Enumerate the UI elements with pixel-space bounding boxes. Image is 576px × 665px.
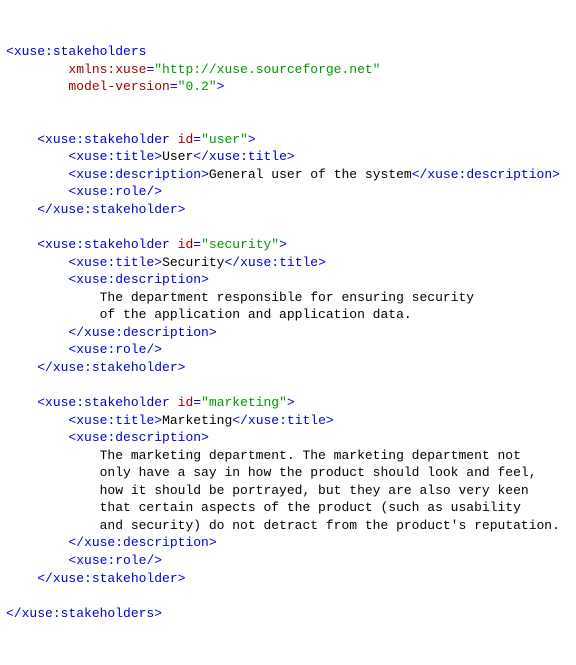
- stakeholder-security-open: xuse:stakeholder: [45, 237, 170, 252]
- desc-close-tag: xuse:description: [84, 535, 209, 550]
- desc-line: and security) do not detract from the pr…: [100, 518, 560, 533]
- desc-line: The department responsible for ensuring …: [100, 290, 474, 305]
- stakeholder-user-open: xuse:stakeholder: [45, 132, 170, 147]
- root-close-tag: xuse:stakeholders: [22, 606, 155, 621]
- stakeholder-marketing-open: xuse:stakeholder: [45, 395, 170, 410]
- title-tag: xuse:title: [76, 413, 154, 428]
- desc-close-tag: xuse:description: [427, 167, 552, 182]
- desc-text: General user of the system: [209, 167, 412, 182]
- desc-line: only have a say in how the product shoul…: [100, 465, 537, 480]
- attr-id: id: [178, 237, 194, 252]
- role-tag: xuse:role: [76, 184, 146, 199]
- desc-line: how it should be portrayed, but they are…: [100, 483, 529, 498]
- xml-code-block: <xuse:stakeholders xmlns:xuse="http://xu…: [6, 44, 560, 621]
- root-open-tag: xuse:stakeholders: [14, 44, 147, 59]
- desc-close-tag: xuse:description: [84, 325, 209, 340]
- desc-line: that certain aspects of the product (suc…: [100, 500, 521, 515]
- title-close-tag: xuse:title: [209, 149, 287, 164]
- title-text: User: [162, 149, 193, 164]
- desc-line: of the application and application data.: [100, 307, 412, 322]
- title-close-tag: xuse:title: [240, 255, 318, 270]
- title-text: Security: [162, 255, 224, 270]
- title-close-tag: xuse:title: [248, 413, 326, 428]
- attr-id: id: [178, 132, 194, 147]
- title-tag: xuse:title: [76, 149, 154, 164]
- stakeholder-security-close: xuse:stakeholder: [53, 360, 178, 375]
- desc-line: The marketing department. The marketing …: [100, 448, 521, 463]
- title-tag: xuse:title: [76, 255, 154, 270]
- attr-id-val: "security": [201, 237, 279, 252]
- attr-id: id: [178, 395, 194, 410]
- attr-xmlns: xmlns:xuse: [68, 62, 146, 77]
- attr-model-version-val: "0.2": [178, 79, 217, 94]
- desc-tag: xuse:description: [76, 430, 201, 445]
- attr-model-version: model-version: [68, 79, 169, 94]
- attr-id-val: "marketing": [201, 395, 287, 410]
- desc-tag: xuse:description: [76, 167, 201, 182]
- title-text: Marketing: [162, 413, 232, 428]
- stakeholder-user-close: xuse:stakeholder: [53, 202, 178, 217]
- role-tag: xuse:role: [76, 553, 146, 568]
- role-tag: xuse:role: [76, 342, 146, 357]
- attr-xmlns-val: "http://xuse.sourceforge.net": [154, 62, 380, 77]
- stakeholder-marketing-close: xuse:stakeholder: [53, 571, 178, 586]
- attr-id-val: "user": [201, 132, 248, 147]
- desc-tag: xuse:description: [76, 272, 201, 287]
